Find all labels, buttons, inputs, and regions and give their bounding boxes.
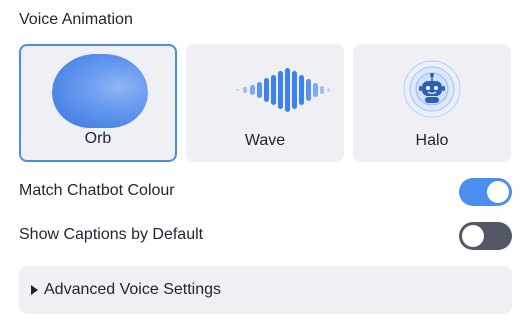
voice-animation-options: Orb Wave Halo (19, 44, 512, 162)
advanced-voice-settings-disclosure[interactable]: Advanced Voice Settings (19, 266, 512, 314)
show-captions-row: Show Captions by Default (19, 222, 512, 250)
orb-icon (52, 54, 148, 128)
match-chatbot-colour-row: Match Chatbot Colour (19, 178, 512, 206)
chatbot-halo-icon (403, 60, 461, 118)
advanced-voice-settings-label: Advanced Voice Settings (44, 281, 222, 298)
disclosure-triangle-icon (31, 285, 38, 295)
match-chatbot-colour-toggle[interactable] (459, 178, 512, 206)
voice-animation-title: Voice Animation (19, 11, 133, 28)
wave-option-card[interactable]: Wave (186, 44, 344, 162)
toggle-knob (462, 225, 484, 247)
toggle-knob (487, 181, 509, 203)
halo-option-label: Halo (415, 132, 449, 149)
show-captions-label: Show Captions by Default (19, 226, 204, 243)
halo-option-card[interactable]: Halo (353, 44, 511, 162)
wave-option-label: Wave (244, 132, 286, 149)
orb-option-card[interactable]: Orb (19, 44, 177, 162)
orb-option-label: Orb (84, 130, 112, 147)
show-captions-toggle[interactable] (459, 222, 512, 250)
match-chatbot-colour-label: Match Chatbot Colour (19, 182, 175, 199)
wave-icon (236, 68, 330, 112)
